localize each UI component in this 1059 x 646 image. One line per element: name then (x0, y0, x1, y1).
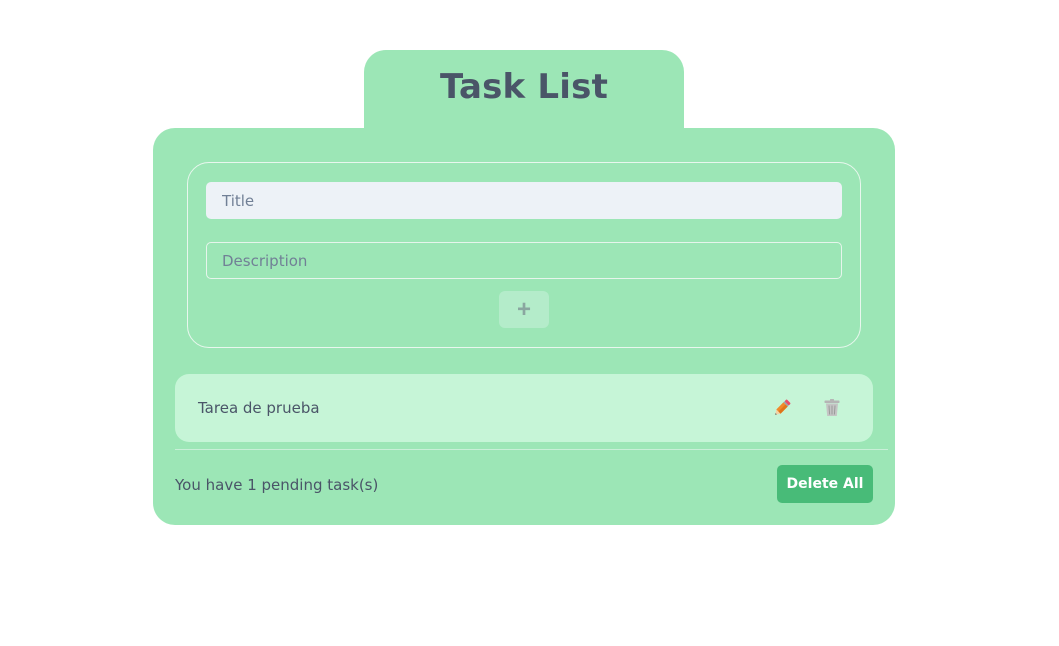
footer-divider (175, 449, 888, 450)
title-input[interactable] (206, 182, 842, 219)
trash-icon (824, 399, 840, 416)
add-task-button[interactable]: + (499, 291, 549, 328)
page-title: Task List (439, 67, 609, 107)
delete-task-button[interactable] (821, 397, 843, 419)
pencil-icon (775, 399, 791, 415)
edit-task-button[interactable] (771, 397, 793, 419)
task-title: Tarea de prueba (198, 399, 320, 417)
task-item: Tarea de prueba (175, 374, 873, 442)
app-root: Task List + Tarea de prueba (0, 0, 1059, 646)
delete-all-button[interactable]: Delete All (777, 465, 873, 503)
pending-count-text: You have 1 pending task(s) (175, 476, 379, 494)
task-card: + Tarea de prueba (153, 128, 895, 525)
task-form: + (187, 162, 861, 348)
description-input[interactable] (206, 242, 842, 279)
